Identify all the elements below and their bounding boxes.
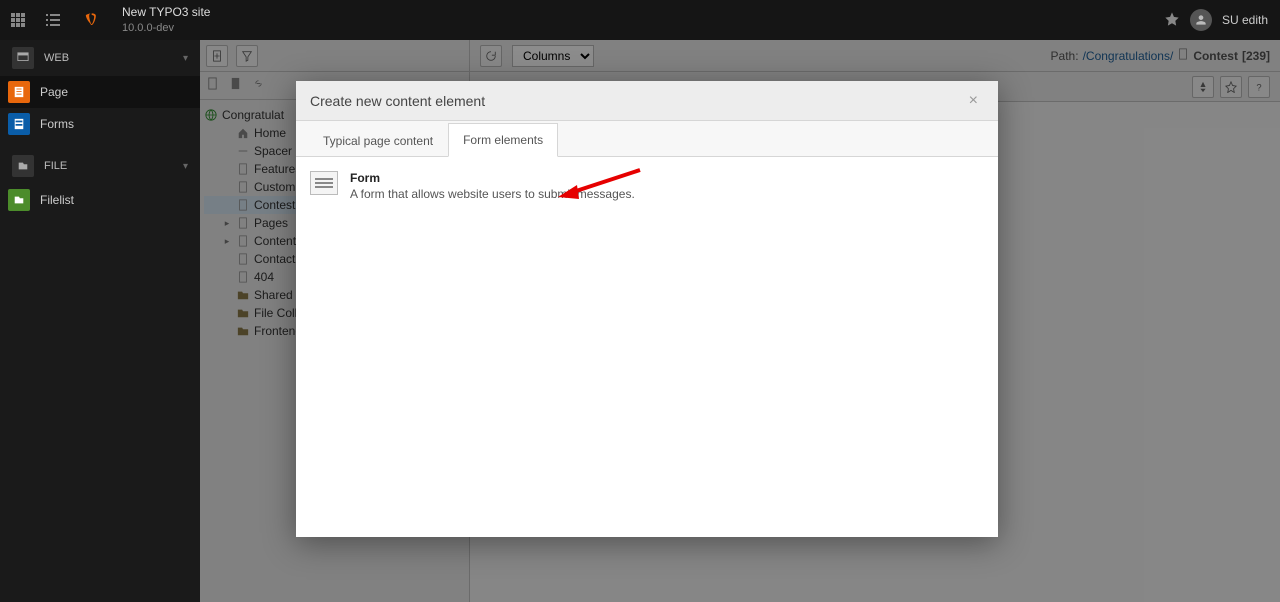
wizard-item-form[interactable]: Form A form that allows website users to… [310, 167, 984, 205]
user-label[interactable]: SU edith [1222, 13, 1268, 27]
module-group-file[interactable]: FILE ▾ [0, 148, 200, 184]
chevron-down-icon: ▾ [183, 161, 188, 172]
topbar: New TYPO3 site 10.0.0-dev SU edith [0, 0, 1280, 40]
new-content-element-modal: Create new content element × Typical pag… [296, 81, 998, 537]
site-title: New TYPO3 site [122, 5, 210, 21]
module-item-label: Filelist [40, 193, 74, 207]
modal-header: Create new content element × [296, 81, 998, 121]
module-group-label: WEB [44, 52, 69, 64]
module-item-label: Forms [40, 117, 74, 131]
chevron-down-icon: ▾ [183, 53, 188, 64]
user-avatar-icon[interactable] [1190, 9, 1212, 31]
page-module-icon [8, 81, 30, 103]
modal-tabs: Typical page content Form elements [296, 121, 998, 157]
close-icon[interactable]: × [963, 88, 984, 114]
module-item-page[interactable]: Page [0, 76, 200, 108]
site-info[interactable]: New TYPO3 site 10.0.0-dev [110, 1, 222, 39]
module-item-filelist[interactable]: Filelist [0, 184, 200, 216]
site-version: 10.0.0-dev [122, 21, 210, 35]
tab-typical-content[interactable]: Typical page content [308, 124, 448, 157]
list-icon[interactable] [35, 0, 70, 40]
wizard-item-title: Form [350, 171, 635, 185]
app-grid-icon[interactable] [0, 0, 35, 40]
web-group-icon [12, 47, 34, 69]
file-group-icon [12, 155, 34, 177]
forms-module-icon [8, 113, 30, 135]
module-group-label: FILE [44, 160, 67, 172]
wizard-item-desc: A form that allows website users to subm… [350, 187, 635, 201]
bookmark-star-icon[interactable] [1164, 11, 1180, 30]
modal-title: Create new content element [310, 93, 485, 109]
filelist-module-icon [8, 189, 30, 211]
tab-form-elements[interactable]: Form elements [448, 123, 558, 157]
module-group-web[interactable]: WEB ▾ [0, 40, 200, 76]
module-item-forms[interactable]: Forms [0, 108, 200, 140]
form-element-icon [310, 171, 338, 195]
typo3-logo-icon[interactable] [70, 0, 110, 40]
module-menu: WEB ▾ Page Forms FILE ▾ Filelist [0, 40, 200, 602]
module-item-label: Page [40, 85, 68, 99]
modal-body: Form A form that allows website users to… [296, 157, 998, 537]
